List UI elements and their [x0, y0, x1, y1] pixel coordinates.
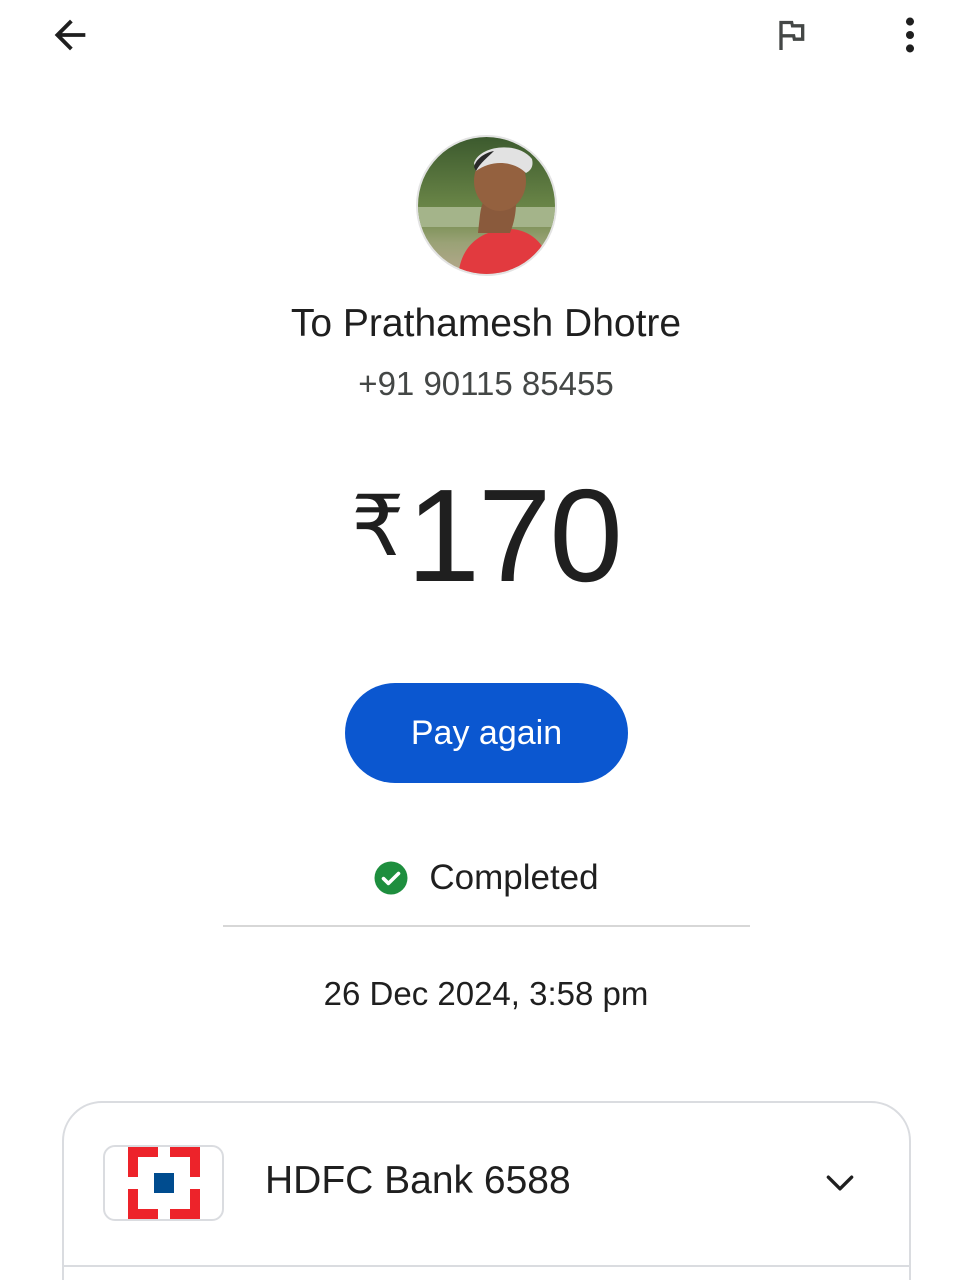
bank-name: HDFC Bank 6588: [265, 1159, 571, 1202]
chevron-down-icon[interactable]: [820, 1163, 860, 1203]
currency-symbol: ₹: [351, 479, 405, 573]
payment-amount: ₹170: [0, 460, 972, 611]
more-options-button[interactable]: [878, 3, 942, 67]
divider: [223, 925, 750, 927]
top-app-bar: [0, 0, 972, 80]
card-divider: [64, 1265, 909, 1267]
back-button[interactable]: [38, 3, 102, 67]
pay-again-button[interactable]: Pay again: [345, 683, 628, 783]
bank-account-card: HDFC Bank 6588: [62, 1101, 911, 1280]
flag-icon: [779, 20, 805, 50]
report-button[interactable]: [759, 3, 823, 67]
amount-value: 170: [406, 462, 623, 609]
payee-avatar: [416, 135, 557, 276]
transaction-datetime: 26 Dec 2024, 3:58 pm: [323, 975, 649, 1012]
payee-name: To Prathamesh Dhotre: [290, 302, 682, 345]
payee-phone: +91 90115 85455: [358, 365, 614, 402]
check-circle-icon: [374, 861, 408, 895]
arrow-back-icon: [54, 19, 86, 51]
bank-account-row[interactable]: HDFC Bank 6588: [64, 1103, 909, 1265]
status-label: Completed: [429, 858, 599, 897]
payment-status: Completed: [0, 858, 972, 898]
more-vert-icon: [905, 17, 915, 53]
hdfc-logo: [103, 1145, 224, 1221]
